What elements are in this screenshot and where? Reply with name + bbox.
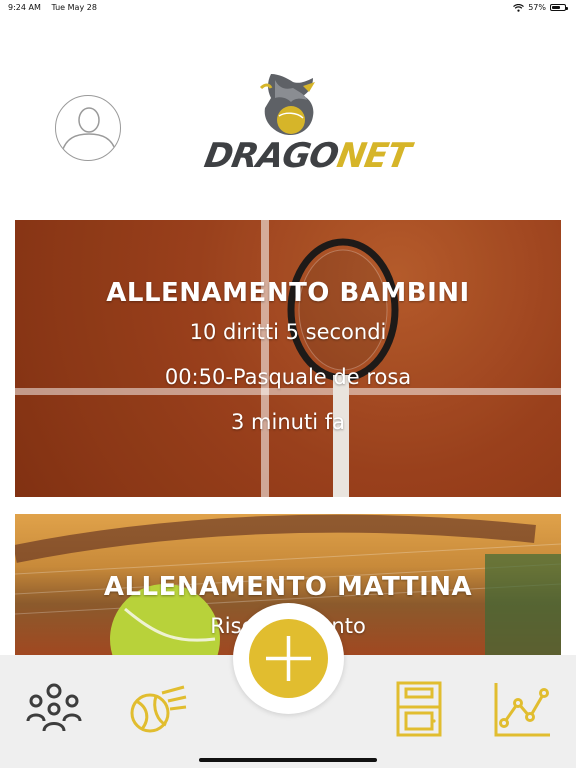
status-time: 9:24 AM (8, 3, 41, 12)
dragon-emblem-icon (259, 74, 315, 136)
user-icon (61, 107, 117, 153)
plus-icon (266, 636, 311, 681)
training-card[interactable]: ALLENAMENTO BAMBINI 10 diritti 5 secondi… (15, 220, 561, 497)
locker-icon[interactable] (392, 679, 452, 739)
status-bar: 9:24 AM Tue May 28 57% (0, 0, 576, 14)
tennis-ball-icon[interactable] (128, 679, 188, 739)
card-title: ALLENAMENTO BAMBINI (106, 278, 470, 308)
wifi-icon (513, 3, 525, 12)
add-button[interactable] (233, 603, 344, 714)
add-button-circle (249, 619, 328, 698)
card-title: ALLENAMENTO MATTINA (103, 572, 473, 602)
stats-chart-icon[interactable] (492, 679, 552, 739)
dragonet-logo: DRAGONET (201, 68, 413, 190)
battery-percent: 57% (528, 3, 546, 12)
card-subtitle: 10 diritti 5 secondi (189, 320, 387, 344)
profile-avatar-button[interactable] (55, 95, 121, 161)
logo-wordmark: DRAGONET (201, 136, 413, 176)
group-icon[interactable] (24, 677, 84, 737)
status-date: Tue May 28 (51, 3, 97, 12)
home-indicator (199, 758, 377, 762)
card-time-coach: 00:50-Pasquale de rosa (164, 365, 412, 389)
card-timestamp: 3 minuti fa (231, 410, 345, 434)
battery-icon (550, 4, 568, 11)
